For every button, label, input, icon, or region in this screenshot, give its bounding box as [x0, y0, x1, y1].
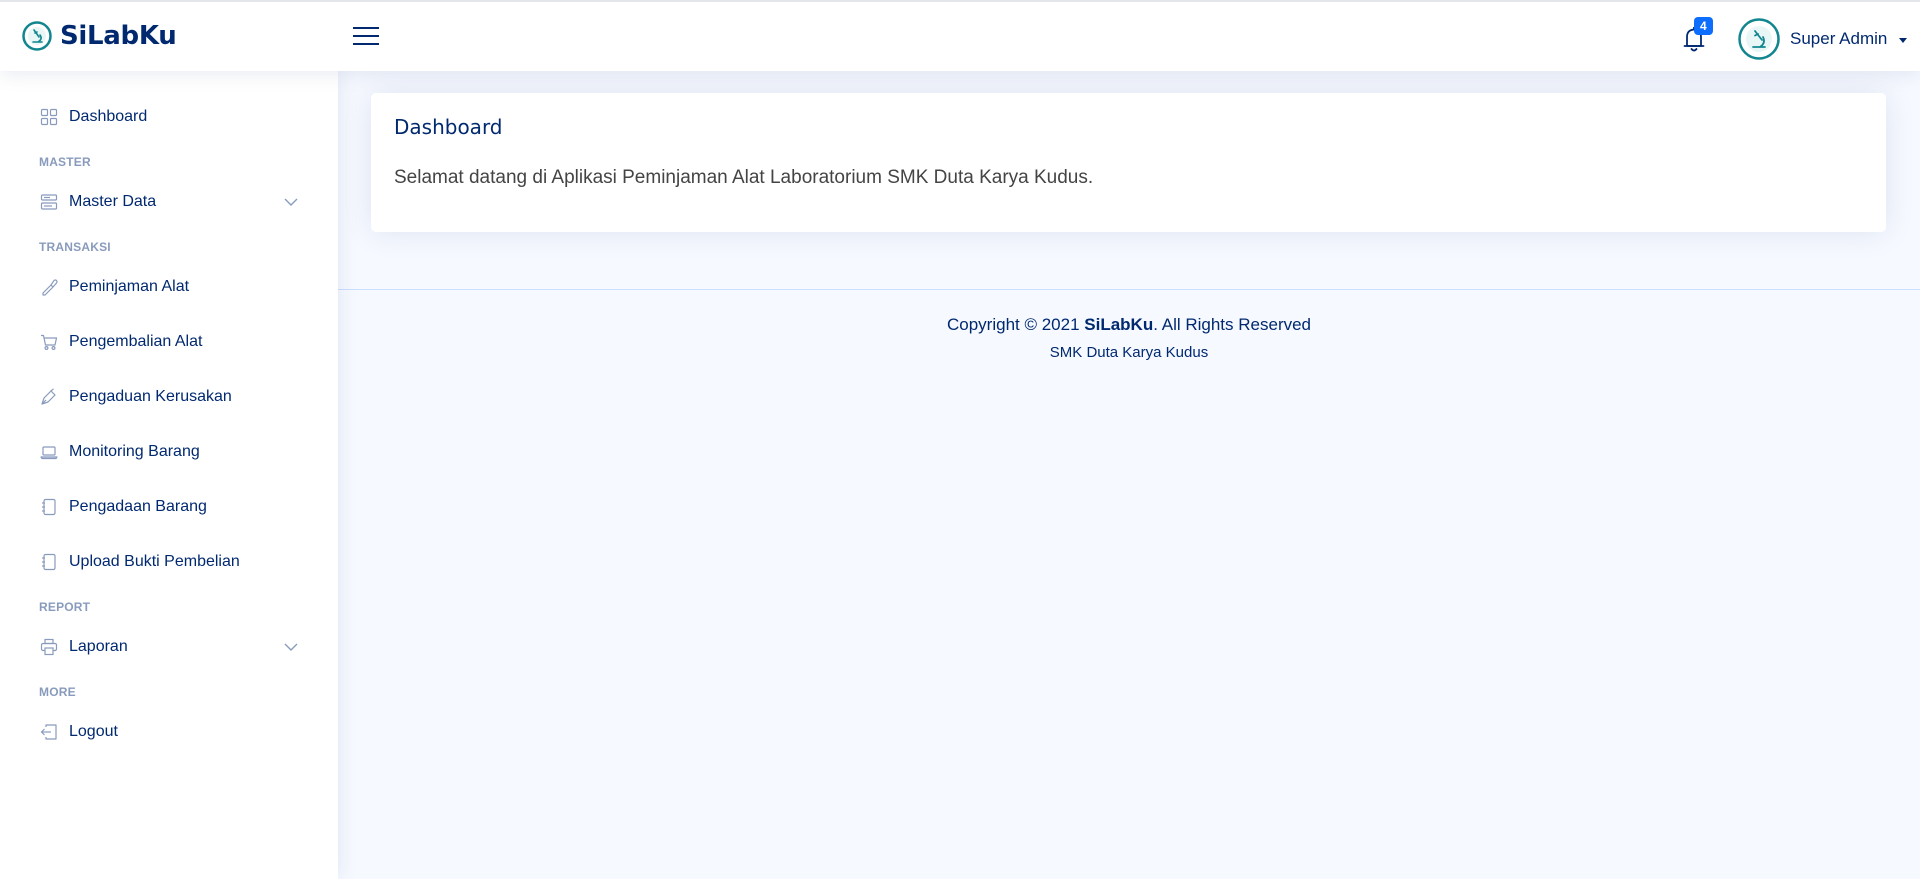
nav-heading-report: REPORT — [39, 600, 91, 614]
dashboard-card: Dashboard Selamat datang di Aplikasi Pem… — [371, 93, 1886, 232]
eyedropper-icon — [42, 279, 58, 296]
copyright-suffix: . All Rights Reserved — [1153, 315, 1312, 334]
sidebar-item-pengaduan-kerusakan[interactable]: Pengaduan Kerusakan — [30, 377, 308, 417]
footer: Copyright © 2021 SiLabKu. All Rights Res… — [338, 289, 1920, 379]
user-name: Super Admin — [1790, 29, 1888, 48]
grid-icon — [40, 108, 58, 126]
chevron-down-icon — [284, 198, 298, 206]
copyright-prefix: Copyright © 2021 — [946, 315, 1085, 334]
sidebar-item-label: Upload Bukti Pembelian — [69, 553, 240, 570]
credits: SMK Duta Karya Kudus — [1049, 344, 1209, 361]
cart-icon — [41, 334, 58, 351]
card-title: Dashboard — [394, 115, 503, 139]
nav-heading-transaksi: TRANSAKSI — [39, 240, 111, 254]
notification-badge: 4 — [1694, 17, 1713, 35]
sidebar-item-label: Peminjaman Alat — [69, 278, 190, 295]
sidebar-item-label: Laporan — [69, 638, 128, 655]
sidebar-item-dashboard[interactable]: Dashboard — [30, 97, 308, 137]
sidebar-item-upload-bukti-pembelian[interactable]: Upload Bukti Pembelian — [30, 542, 308, 582]
pen-icon — [41, 388, 56, 405]
box-arrow-in-left-icon — [40, 724, 57, 740]
printer-icon — [40, 638, 58, 656]
user-profile-dropdown[interactable]: Super Admin — [1738, 18, 1908, 60]
menu-button-icon — [40, 194, 58, 210]
microscope-logo-icon — [22, 21, 52, 51]
sidebar-item-master-data[interactable]: Master Data — [30, 182, 308, 222]
copyright: Copyright © 2021 SiLabKu. All Rights Res… — [338, 315, 1920, 335]
sidebar-item-label: Dashboard — [69, 108, 148, 125]
welcome-text: Selamat datang di Aplikasi Peminjaman Al… — [394, 167, 1094, 188]
avatar — [1738, 18, 1780, 60]
sidebar-toggle-icon[interactable] — [352, 24, 380, 48]
journal-icon — [42, 498, 56, 516]
nav-heading-more: MORE — [39, 685, 76, 699]
laptop-icon — [40, 446, 58, 460]
sidebar-item-label: Logout — [69, 723, 118, 740]
sidebar: Dashboard MASTER Master Data TRANSAKSI P… — [0, 71, 338, 879]
chevron-down-icon — [284, 643, 298, 651]
sidebar-item-logout[interactable]: Logout — [30, 712, 308, 752]
sidebar-item-pengadaan-barang[interactable]: Pengadaan Barang — [30, 487, 308, 527]
chevron-down-icon — [1899, 37, 1908, 43]
journal-icon — [42, 553, 56, 571]
nav-heading-master: MASTER — [39, 155, 91, 169]
sidebar-item-label: Pengembalian Alat — [69, 333, 203, 350]
sidebar-item-peminjaman-alat[interactable]: Peminjaman Alat — [30, 267, 308, 307]
sidebar-item-label: Monitoring Barang — [69, 443, 200, 460]
sidebar-item-monitoring-barang[interactable]: Monitoring Barang — [30, 432, 308, 472]
copyright-brand: SiLabKu — [1084, 315, 1154, 334]
sidebar-item-label: Pengaduan Kerusakan — [69, 388, 232, 405]
sidebar-item-label: Master Data — [69, 193, 157, 210]
sidebar-item-pengembalian-alat[interactable]: Pengembalian Alat — [30, 322, 308, 362]
top-header: SiLabKu 4 Super Admin — [0, 0, 1920, 71]
sidebar-item-label: Pengadaan Barang — [69, 498, 207, 515]
app-name: SiLabKu — [60, 21, 177, 51]
logo[interactable]: SiLabKu — [22, 18, 177, 54]
sidebar-item-laporan[interactable]: Laporan — [30, 627, 308, 667]
